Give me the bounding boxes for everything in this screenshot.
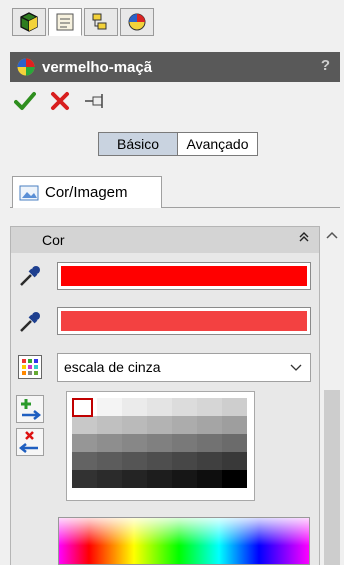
chevron-down-icon: [290, 364, 302, 371]
appearance-icon: [17, 58, 35, 76]
configuration-manager-tab[interactable]: [84, 8, 118, 36]
palette-swatch[interactable]: [172, 434, 197, 452]
eyedropper-icon[interactable]: [18, 264, 40, 286]
palette-grid-icon: [22, 359, 38, 375]
palette-swatch[interactable]: [147, 398, 172, 416]
palette-swatch[interactable]: [222, 434, 247, 452]
palette-swatch[interactable]: [197, 452, 222, 470]
palette-swatch[interactable]: [172, 416, 197, 434]
palette-swatch[interactable]: [97, 470, 122, 488]
color-group-title: Cor: [42, 232, 65, 248]
appearance-manager-tab[interactable]: [120, 8, 154, 36]
palette-swatch[interactable]: [72, 416, 97, 434]
tab-label: Cor/Imagem: [45, 184, 128, 201]
remove-swatch-icon: [18, 431, 38, 453]
palette-swatch[interactable]: [97, 416, 122, 434]
basic-mode-button[interactable]: Básico: [98, 132, 178, 156]
feature-manager-icon: [20, 12, 38, 32]
eyedropper-icon[interactable]: [18, 310, 40, 332]
scroll-up-arrow-icon[interactable]: [325, 230, 339, 240]
scrollbar-thumb[interactable]: [324, 390, 340, 565]
color-palette-button[interactable]: [18, 355, 42, 379]
palette-swatch[interactable]: [222, 452, 247, 470]
palette-swatch[interactable]: [147, 434, 172, 452]
property-manager-tab[interactable]: [48, 8, 82, 36]
palette-swatch[interactable]: [172, 398, 197, 416]
palette-select[interactable]: escala de cinza: [57, 353, 311, 382]
palette-swatch[interactable]: [122, 416, 147, 434]
pushpin-icon[interactable]: [84, 91, 110, 111]
palette-swatch[interactable]: [72, 470, 97, 488]
configuration-manager-icon: [92, 13, 107, 30]
palette-swatch[interactable]: [197, 416, 222, 434]
remove-color-button[interactable]: [16, 428, 44, 456]
palette-swatch[interactable]: [222, 470, 247, 488]
appearance-manager-icon: [128, 13, 146, 31]
palette-swatch[interactable]: [122, 470, 147, 488]
secondary-color-field[interactable]: [57, 307, 311, 335]
palette-swatch[interactable]: [197, 398, 222, 416]
palette-swatch[interactable]: [222, 398, 247, 416]
palette-swatch[interactable]: [147, 470, 172, 488]
property-manager-icon: [56, 13, 74, 31]
feature-manager-tab[interactable]: [12, 8, 46, 36]
ok-check-icon[interactable]: [14, 91, 36, 111]
advanced-mode-button[interactable]: Avançado: [178, 132, 258, 156]
swatch-grid: [72, 398, 247, 488]
help-button[interactable]: ?: [321, 57, 330, 74]
palette-swatch[interactable]: [147, 416, 172, 434]
action-row: [14, 90, 110, 112]
palette-swatch[interactable]: [222, 416, 247, 434]
palette-select-value: escala de cinza: [64, 359, 161, 375]
primary-color-field[interactable]: [57, 262, 311, 290]
palette-swatch[interactable]: [197, 434, 222, 452]
palette-swatch[interactable]: [122, 452, 147, 470]
palette-swatch[interactable]: [122, 434, 147, 452]
add-swatch-icon: [21, 399, 42, 420]
palette-swatch[interactable]: [72, 434, 97, 452]
palette-swatch[interactable]: [72, 452, 97, 470]
tab-color-image[interactable]: Cor/Imagem: [12, 176, 162, 208]
palette-swatch[interactable]: [122, 398, 147, 416]
primary-color-swatch: [61, 266, 307, 286]
palette-swatch[interactable]: [97, 452, 122, 470]
selected-swatch-indicator: [72, 398, 93, 417]
manager-tab-strip: [12, 8, 154, 38]
palette-swatch[interactable]: [97, 398, 122, 416]
color-spectrum-picker[interactable]: [58, 517, 310, 565]
image-icon: [19, 185, 39, 200]
palette-swatch[interactable]: [197, 470, 222, 488]
mode-toggle: Básico Avançado: [98, 132, 258, 156]
secondary-color-swatch: [61, 311, 307, 331]
add-color-button[interactable]: [16, 395, 44, 423]
palette-swatch[interactable]: [172, 452, 197, 470]
property-manager-title-bar: vermelho-maçã ?: [10, 52, 340, 82]
page-title: vermelho-maçã: [42, 58, 153, 76]
palette-swatch[interactable]: [172, 470, 197, 488]
palette-swatch[interactable]: [97, 434, 122, 452]
cancel-x-icon[interactable]: [50, 91, 70, 111]
palette-swatch[interactable]: [147, 452, 172, 470]
collapse-chevron-icon[interactable]: [297, 230, 311, 244]
